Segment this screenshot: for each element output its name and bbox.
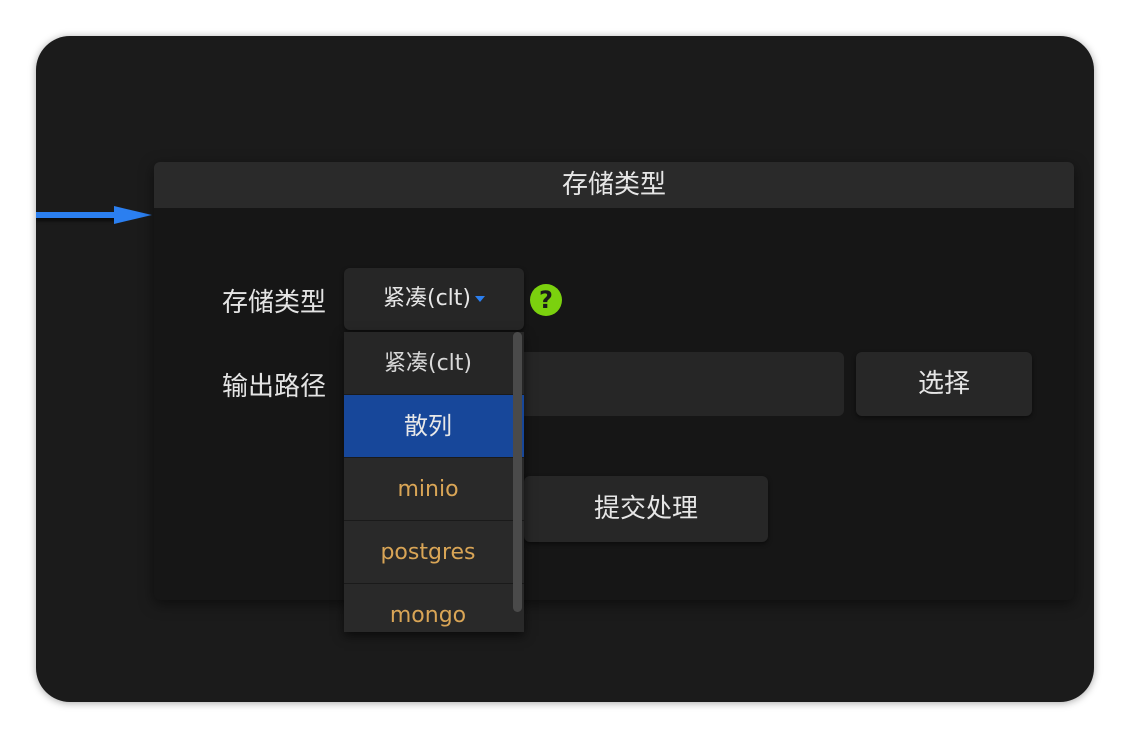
dropdown-option-hash[interactable]: 散列 (344, 395, 524, 458)
panel-title: 存储类型 (154, 162, 1074, 208)
choose-path-button[interactable]: 选择 (856, 352, 1032, 416)
output-path-label: 输出路径 (222, 372, 327, 402)
storage-type-value: 紧凑(clt) (382, 286, 471, 311)
storage-type-select[interactable]: 紧凑(clt) (344, 268, 524, 330)
chevron-down-icon (475, 296, 485, 302)
app-window: 存储类型 存储类型 紧凑(clt) ? 输出路径 选择 提交处理 紧凑(clt)… (36, 36, 1094, 702)
storage-type-dropdown: 紧凑(clt) 散列 minio postgres mongo (344, 332, 524, 632)
dropdown-scrollbar[interactable] (513, 332, 522, 612)
dropdown-option-minio[interactable]: minio (344, 458, 524, 521)
help-icon[interactable]: ? (530, 284, 562, 316)
dropdown-option-mongo[interactable]: mongo (344, 584, 524, 632)
dropdown-option-clt[interactable]: 紧凑(clt) (344, 332, 524, 395)
pointer-arrow-line (36, 212, 118, 218)
dropdown-option-postgres[interactable]: postgres (344, 521, 524, 584)
storage-panel: 存储类型 存储类型 紧凑(clt) ? 输出路径 选择 提交处理 (154, 162, 1074, 600)
storage-type-label: 存储类型 (222, 288, 327, 318)
submit-button[interactable]: 提交处理 (524, 476, 768, 542)
pointer-arrow-icon (114, 206, 152, 224)
